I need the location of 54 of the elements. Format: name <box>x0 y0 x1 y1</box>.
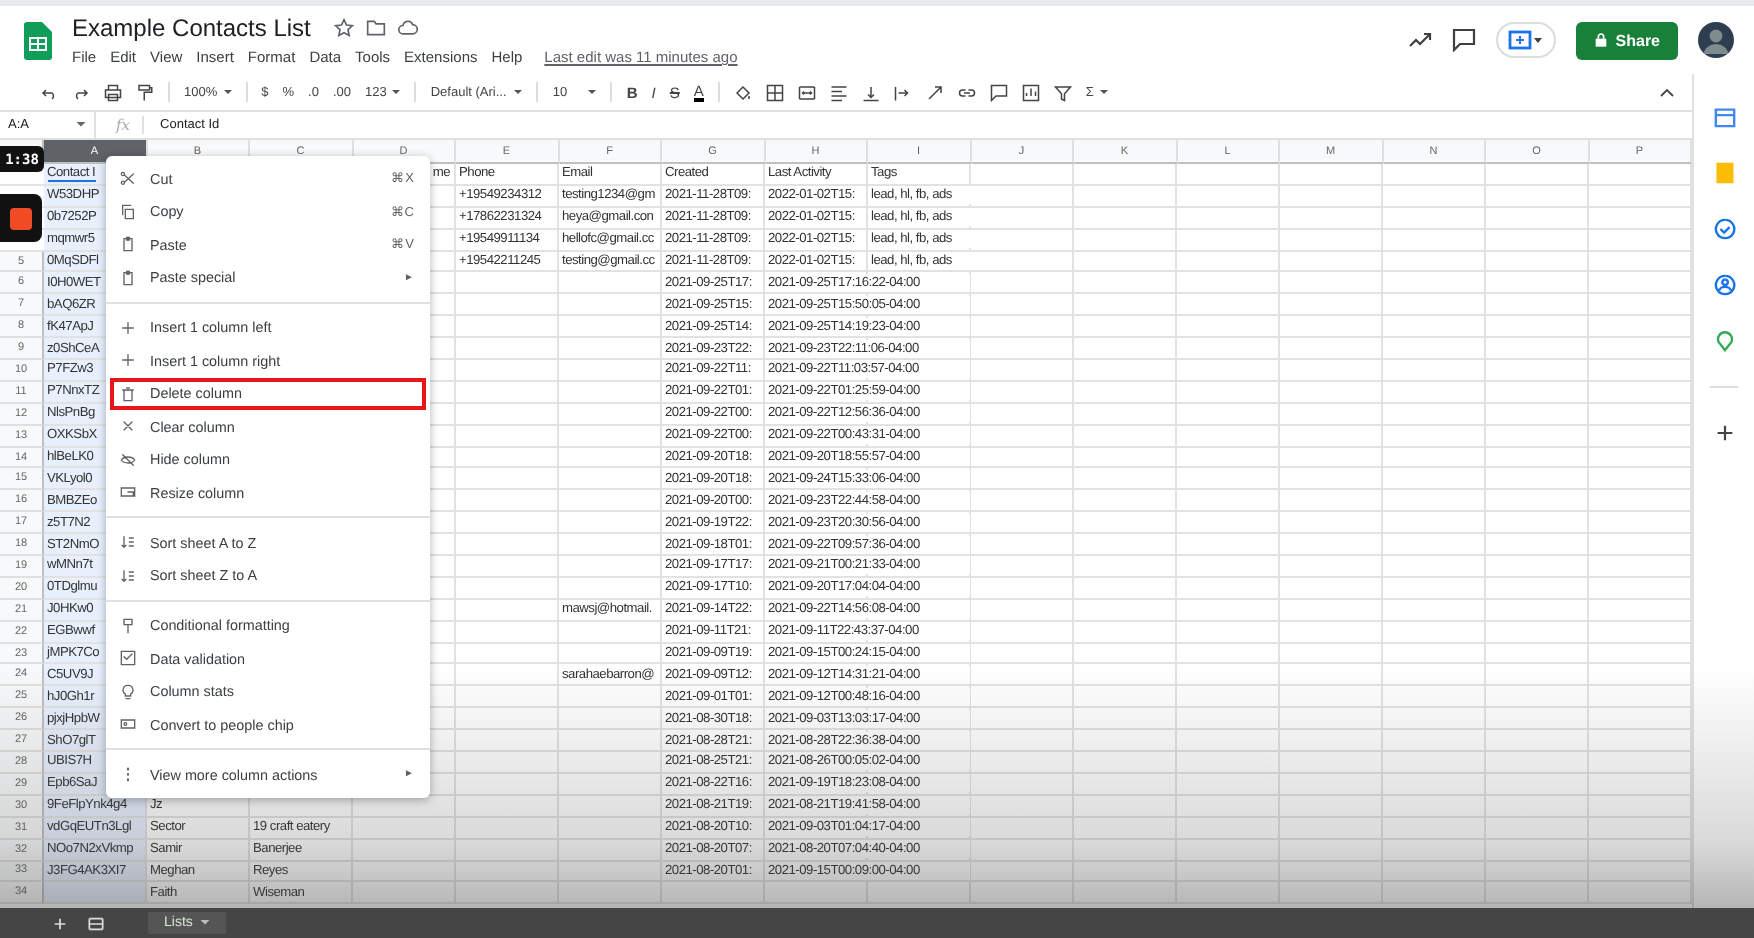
sheets-logo-icon[interactable] <box>24 21 52 59</box>
align-bottom-icon[interactable] <box>861 83 880 101</box>
caret-icon <box>200 920 211 926</box>
lock-icon <box>1593 32 1608 48</box>
meet-button[interactable] <box>1495 22 1556 58</box>
copy-icon <box>120 203 136 220</box>
paint-format-icon[interactable] <box>136 83 154 101</box>
document-title[interactable]: Example Contacts List <box>72 14 311 42</box>
sort-icon <box>120 567 136 584</box>
fill-color-icon[interactable] <box>733 83 752 101</box>
record-control[interactable] <box>0 194 42 242</box>
video-call-icon <box>1507 30 1544 50</box>
wrap-icon[interactable] <box>893 83 912 101</box>
plus-icon <box>120 319 136 336</box>
avatar[interactable] <box>1698 22 1734 58</box>
plus-icon[interactable] <box>1713 422 1735 444</box>
scissors-icon <box>120 170 136 187</box>
rotate-icon[interactable] <box>925 83 944 101</box>
collapse-caret-icon[interactable] <box>1658 83 1676 101</box>
chip-icon <box>120 716 136 733</box>
cloud-icon[interactable] <box>398 18 419 38</box>
redo-icon[interactable] <box>72 83 90 101</box>
close-icon <box>120 418 136 435</box>
plus-icon <box>120 352 136 369</box>
clipboard-icon <box>120 269 136 286</box>
eye-slash-icon <box>120 451 136 468</box>
comment-icon[interactable] <box>989 83 1008 101</box>
paint-roller-icon <box>120 617 136 634</box>
comment-icon[interactable] <box>1451 28 1476 52</box>
resize-icon <box>120 484 136 501</box>
trash-icon <box>120 385 136 402</box>
add-sheet-icon[interactable] <box>52 915 68 931</box>
map-pin-icon[interactable] <box>1713 330 1735 352</box>
filter-icon[interactable] <box>1053 83 1072 101</box>
star-icon[interactable] <box>334 18 355 38</box>
folder-icon[interactable] <box>366 18 387 38</box>
sort-icon <box>120 534 136 551</box>
print-icon[interactable] <box>104 83 122 101</box>
borders-icon[interactable] <box>765 83 784 101</box>
chart-icon[interactable] <box>1021 83 1040 101</box>
merge-icon[interactable] <box>797 83 816 101</box>
caret-icon <box>76 122 86 128</box>
undo-icon[interactable] <box>40 83 58 101</box>
tasks-icon[interactable] <box>1713 218 1735 240</box>
share-button[interactable]: Share <box>1575 21 1678 59</box>
checklist-icon <box>120 650 136 667</box>
sheet-list-icon[interactable] <box>88 915 104 931</box>
calendar-icon[interactable] <box>1713 106 1735 128</box>
align-left-icon[interactable] <box>829 83 848 101</box>
link-icon[interactable] <box>957 83 976 101</box>
trend-icon[interactable] <box>1407 28 1432 52</box>
contacts-icon[interactable] <box>1713 274 1735 296</box>
lightbulb-icon <box>120 683 136 700</box>
clipboard-icon <box>120 236 136 253</box>
